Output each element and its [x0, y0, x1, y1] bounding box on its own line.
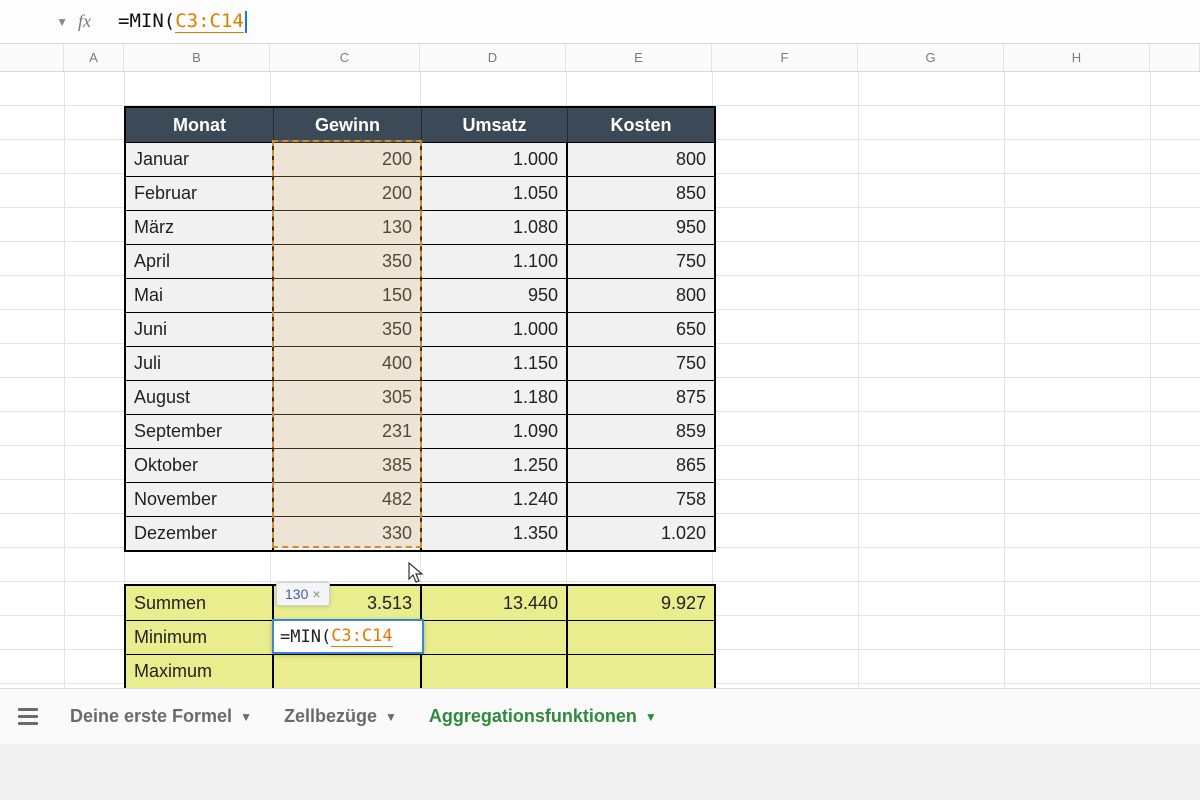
- cell-month[interactable]: Dezember: [126, 516, 274, 550]
- cell-umsatz[interactable]: 1.350: [422, 516, 568, 550]
- cell-umsatz[interactable]: 1.250: [422, 448, 568, 482]
- cell-kosten[interactable]: 875: [568, 380, 714, 414]
- cell-value[interactable]: 13.440: [422, 586, 568, 620]
- editing-reference: C3:C14: [331, 626, 392, 647]
- header-gewinn[interactable]: Gewinn: [274, 108, 422, 142]
- cell-month[interactable]: November: [126, 482, 274, 516]
- cell-kosten[interactable]: 800: [568, 278, 714, 312]
- table-header-row: Monat Gewinn Umsatz Kosten: [126, 108, 714, 142]
- cell-kosten[interactable]: 1.020: [568, 516, 714, 550]
- gridline: [1004, 72, 1005, 744]
- cell-month[interactable]: Mai: [126, 278, 274, 312]
- col-header[interactable]: G: [858, 44, 1004, 71]
- cell-value[interactable]: [422, 654, 568, 688]
- formula-preview-tooltip: 130×: [276, 582, 330, 606]
- cell-umsatz[interactable]: 950: [422, 278, 568, 312]
- cell-month[interactable]: Januar: [126, 142, 274, 176]
- cell-kosten[interactable]: 850: [568, 176, 714, 210]
- cell-umsatz[interactable]: 1.050: [422, 176, 568, 210]
- cell-umsatz[interactable]: 1.240: [422, 482, 568, 516]
- sheet-tab-label: Aggregationsfunktionen: [429, 706, 637, 727]
- chevron-down-icon[interactable]: ▼: [645, 710, 657, 724]
- close-icon[interactable]: ×: [312, 586, 320, 602]
- sheet-tab-active[interactable]: Aggregationsfunktionen ▼: [429, 706, 657, 727]
- cell-kosten[interactable]: 865: [568, 448, 714, 482]
- cell-umsatz[interactable]: 1.090: [422, 414, 568, 448]
- cell-umsatz[interactable]: 1.180: [422, 380, 568, 414]
- cell-kosten[interactable]: 750: [568, 346, 714, 380]
- cell-value[interactable]: [568, 654, 714, 688]
- table-row: Summen3.51313.4409.927: [126, 586, 714, 620]
- chevron-down-icon[interactable]: ▼: [56, 15, 68, 29]
- text-caret: [245, 11, 247, 33]
- cell-umsatz[interactable]: 1.080: [422, 210, 568, 244]
- cell-kosten[interactable]: 950: [568, 210, 714, 244]
- cell-month[interactable]: Juni: [126, 312, 274, 346]
- chevron-down-icon[interactable]: ▼: [385, 710, 397, 724]
- col-header[interactable]: D: [420, 44, 566, 71]
- active-cell-editor[interactable]: =MIN(C3:C14: [272, 619, 424, 654]
- cell-month[interactable]: April: [126, 244, 274, 278]
- cell-kosten[interactable]: 650: [568, 312, 714, 346]
- cell-umsatz[interactable]: 1.100: [422, 244, 568, 278]
- sheet-tab-label: Deine erste Formel: [70, 706, 232, 727]
- cell-umsatz[interactable]: 1.000: [422, 312, 568, 346]
- all-sheets-icon[interactable]: [18, 708, 38, 725]
- cell-value[interactable]: [274, 654, 422, 688]
- cell-value[interactable]: [568, 620, 714, 654]
- col-header[interactable]: [1150, 44, 1200, 71]
- col-header[interactable]: H: [1004, 44, 1150, 71]
- range-selection-marquee: [272, 140, 422, 548]
- header-umsatz[interactable]: Umsatz: [422, 108, 568, 142]
- spreadsheet-grid[interactable]: Monat Gewinn Umsatz Kosten Januar2001.00…: [0, 72, 1200, 744]
- cell-label[interactable]: Minimum: [126, 620, 274, 654]
- col-header[interactable]: B: [124, 44, 270, 71]
- mouse-cursor-icon: [408, 562, 424, 584]
- cell-umsatz[interactable]: 1.150: [422, 346, 568, 380]
- gridline: [858, 72, 859, 744]
- cell-month[interactable]: August: [126, 380, 274, 414]
- cell-month[interactable]: September: [126, 414, 274, 448]
- gridline: [1150, 72, 1151, 744]
- name-box[interactable]: ▼: [8, 15, 68, 29]
- cell-value[interactable]: 9.927: [568, 586, 714, 620]
- cell-value[interactable]: [422, 620, 568, 654]
- table-row: Maximum: [126, 654, 714, 688]
- cell-label[interactable]: Summen: [126, 586, 274, 620]
- formula-input[interactable]: =MIN(C3:C14: [112, 10, 247, 33]
- cell-umsatz[interactable]: 1.000: [422, 142, 568, 176]
- cell-month[interactable]: März: [126, 210, 274, 244]
- cell-month[interactable]: Juli: [126, 346, 274, 380]
- cell-month[interactable]: Oktober: [126, 448, 274, 482]
- column-headers: A B C D E F G H: [0, 44, 1200, 72]
- sheet-tab-bar: Deine erste Formel ▼ Zellbezüge ▼ Aggregat…: [0, 688, 1200, 744]
- cell-kosten[interactable]: 859: [568, 414, 714, 448]
- cell-kosten[interactable]: 750: [568, 244, 714, 278]
- formula-preview-value: 130: [285, 586, 308, 602]
- editing-prefix: =MIN(: [280, 627, 331, 647]
- cell-month[interactable]: Februar: [126, 176, 274, 210]
- sheet-tab[interactable]: Zellbezüge ▼: [284, 706, 397, 727]
- formula-bar: ▼ fx =MIN(C3:C14: [0, 0, 1200, 44]
- cell-kosten[interactable]: 800: [568, 142, 714, 176]
- select-all-corner[interactable]: [0, 44, 64, 71]
- col-header[interactable]: E: [566, 44, 712, 71]
- chevron-down-icon[interactable]: ▼: [240, 710, 252, 724]
- header-monat[interactable]: Monat: [126, 108, 274, 142]
- sheet-tab-label: Zellbezüge: [284, 706, 377, 727]
- col-header[interactable]: A: [64, 44, 124, 71]
- col-header[interactable]: C: [270, 44, 420, 71]
- fx-label: fx: [78, 11, 112, 32]
- cell-label[interactable]: Maximum: [126, 654, 274, 688]
- gridline: [64, 72, 65, 744]
- formula-reference: C3:C14: [175, 10, 244, 33]
- col-header[interactable]: F: [712, 44, 858, 71]
- cell-kosten[interactable]: 758: [568, 482, 714, 516]
- header-kosten[interactable]: Kosten: [568, 108, 714, 142]
- sheet-tab[interactable]: Deine erste Formel ▼: [70, 706, 252, 727]
- formula-prefix: =MIN(: [118, 10, 175, 32]
